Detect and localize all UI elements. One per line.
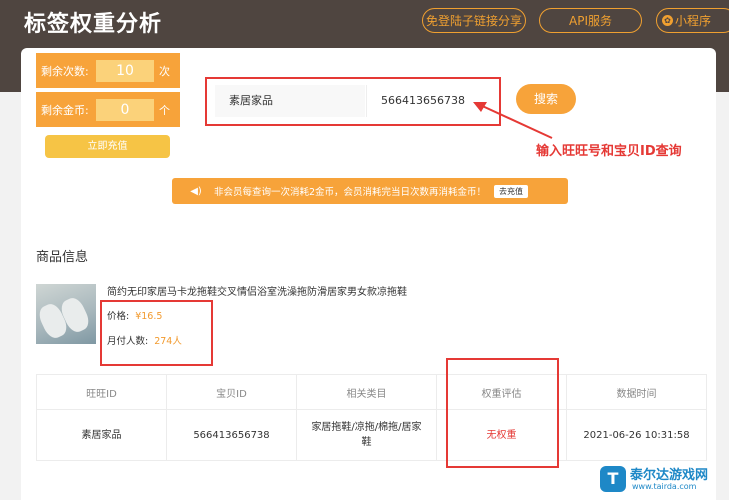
watermark: T 泰尔达游戏网 www.tairda.com [600, 462, 729, 500]
product-title: 简约无印家居马卡龙拖鞋交叉情侣浴室洗澡拖防滑居家男女款凉拖鞋 [107, 287, 407, 298]
speaker-icon: ◀) [190, 185, 202, 197]
table-header: 旺旺ID [36, 374, 167, 410]
recharge-button[interactable]: 立即充值 [45, 135, 170, 158]
api-service-button[interactable]: API服务 [539, 8, 642, 33]
share-link-button[interactable]: 免登陆子链接分享 [422, 8, 526, 33]
weight-highlight-frame [446, 358, 559, 468]
remaining-times-unit: 次 [159, 64, 170, 78]
remaining-times-box: 剩余次数: 10 次 [36, 53, 180, 88]
price-label: 价格: [107, 311, 130, 322]
table-header: 宝贝ID [166, 374, 297, 410]
table-header-row: 旺旺ID 宝贝ID 相关类目 权重评估 数据时间 [36, 374, 707, 410]
buyers-label: 月付人数: [107, 336, 149, 347]
miniprogram-label: 小程序 [675, 14, 712, 28]
product-image [35, 284, 96, 344]
table-cell: 家居拖鞋/凉拖/棉拖/居家鞋 [296, 409, 437, 461]
remaining-times-value: 10 [96, 59, 154, 82]
table-cell: 566413656738 [166, 409, 297, 461]
remaining-coins-unit: 个 [159, 103, 170, 117]
table-header: 相关类目 [296, 374, 437, 410]
table-row: 素居家品 566413656738 家居拖鞋/凉拖/棉拖/居家鞋 无权重 202… [36, 409, 707, 461]
table-header: 数据时间 [566, 374, 707, 410]
notice-text: 非会员每查询一次消耗2金币，会员消耗完当日次数再消耗金币！ [214, 187, 487, 198]
watermark-logo: T [600, 466, 626, 492]
remaining-coins-value: 0 [96, 98, 154, 121]
remaining-times-label: 剩余次数: [41, 64, 89, 78]
wangwang-id-input[interactable]: 素居家品 [215, 85, 365, 117]
remaining-coins-box: 剩余金币: 0 个 [36, 92, 180, 127]
price-row: 价格: ¥16.5 [107, 308, 162, 322]
annotation-text: 输入旺旺号和宝贝ID查询 [536, 144, 682, 159]
buyers-value: 274人 [154, 336, 182, 347]
table-cell: 素居家品 [36, 409, 167, 461]
section-title: 商品信息 [36, 250, 89, 265]
price-value: ¥16.5 [135, 311, 163, 322]
miniprogram-button[interactable]: ✿ 小程序 [656, 8, 729, 33]
go-recharge-button[interactable]: 去充值 [494, 184, 529, 198]
miniprogram-icon: ✿ [662, 15, 673, 26]
page-title: 标签权重分析 [24, 12, 163, 37]
result-table: 旺旺ID 宝贝ID 相关类目 权重评估 数据时间 素居家品 5664136567… [36, 374, 707, 461]
notice-bar: ◀) 非会员每查询一次消耗2金币，会员消耗完当日次数再消耗金币！ 去充值 [172, 178, 568, 204]
table-cell: 2021-06-26 10:31:58 [566, 409, 707, 461]
buyers-row: 月付人数: 274人 [107, 333, 182, 347]
watermark-url: www.tairda.com [632, 482, 697, 491]
watermark-name: 泰尔达游戏网 [630, 468, 709, 483]
annotation-arrow [473, 102, 553, 139]
remaining-coins-label: 剩余金币: [41, 103, 89, 117]
